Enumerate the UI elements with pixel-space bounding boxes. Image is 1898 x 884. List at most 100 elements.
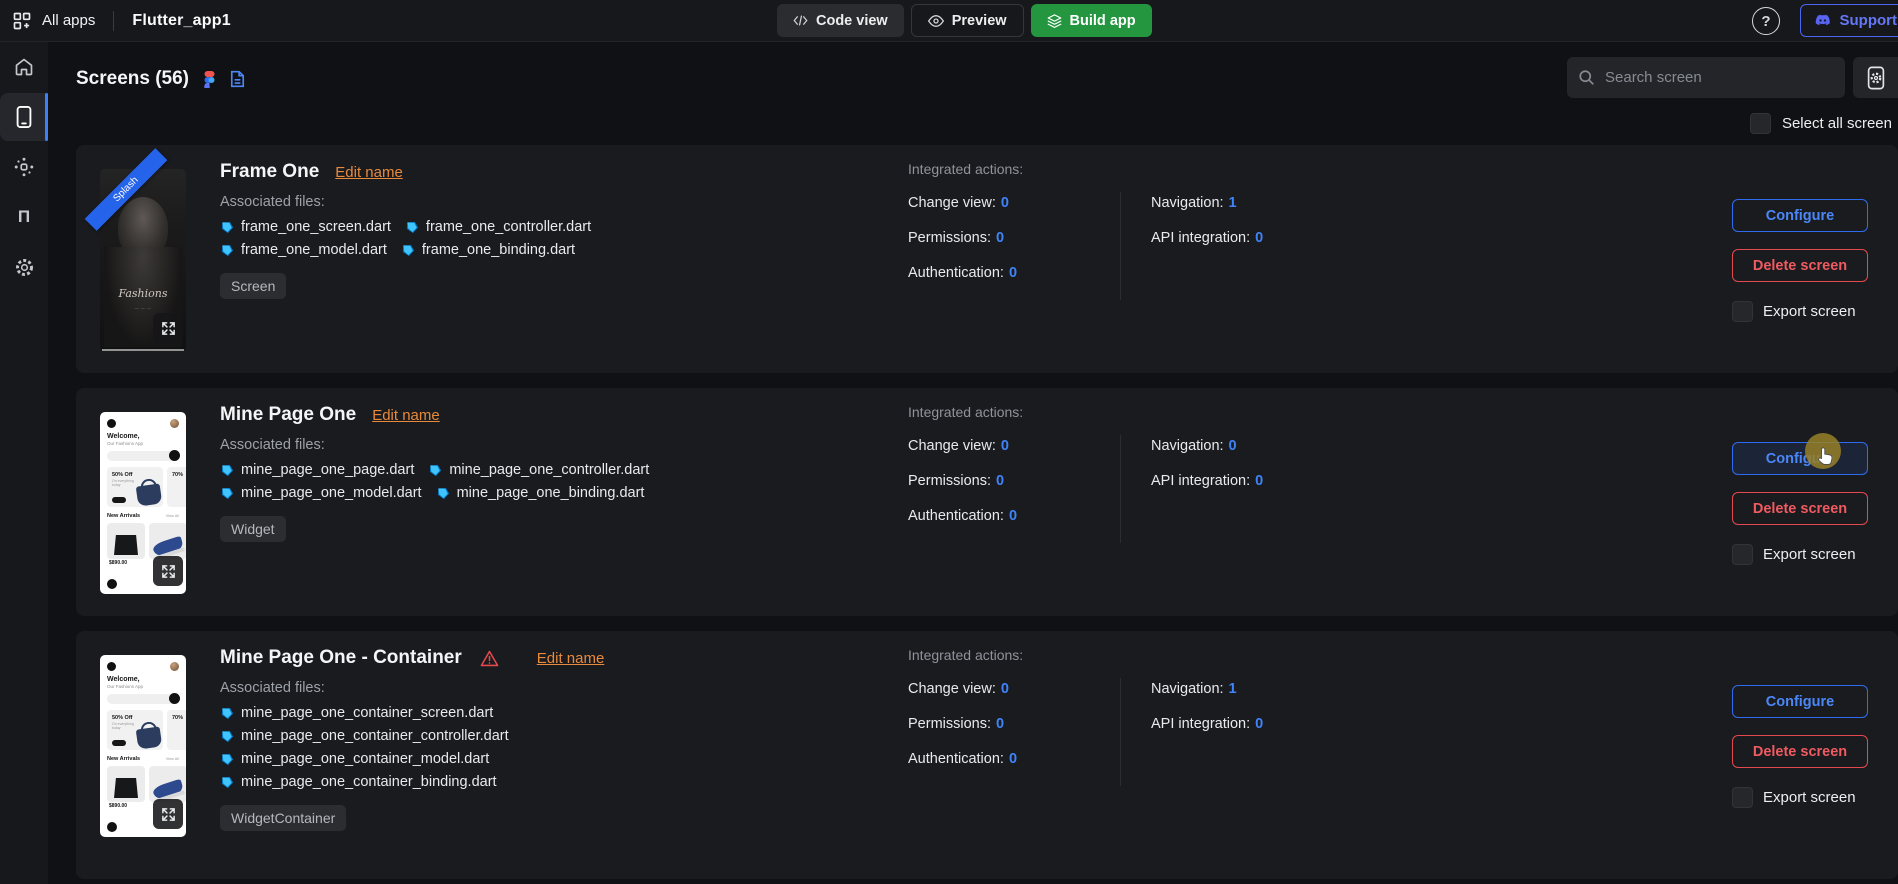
screen-card-mine-page-one: Welcome, Our Fashions App 50% Off On eve… bbox=[76, 388, 1898, 616]
screen-type-badge: WidgetContainer bbox=[220, 805, 346, 831]
screen-thumbnail[interactable]: Welcome, Our Fashions App 50% Off On eve… bbox=[100, 412, 186, 594]
file-name: mine_page_one_model.dart bbox=[241, 485, 422, 501]
configure-button[interactable]: Configure bbox=[1732, 442, 1868, 475]
expand-thumbnail-button[interactable] bbox=[153, 799, 183, 829]
authentication-count: Authentication:0 bbox=[908, 505, 1120, 527]
authentication-count: Authentication:0 bbox=[908, 262, 1120, 284]
all-apps-grid-icon bbox=[12, 11, 32, 31]
export-screen[interactable]: Export screen bbox=[1732, 544, 1868, 565]
thumbnail-avatar bbox=[170, 662, 179, 671]
file-name: mine_page_one_container_model.dart bbox=[241, 751, 489, 767]
file-name: mine_page_one_page.dart bbox=[241, 462, 414, 478]
promo-cta bbox=[112, 740, 126, 746]
promo-subtitle: On everything today bbox=[107, 721, 140, 730]
search-icon bbox=[1579, 70, 1594, 85]
code-view-button[interactable]: Code view bbox=[777, 4, 904, 37]
app-name: Flutter_app1 bbox=[132, 12, 230, 30]
preview-label: Preview bbox=[952, 13, 1007, 29]
screen-card-frame-one: Fashions — — — Splash Frame One Edit nam… bbox=[76, 145, 1898, 373]
topbar-actions: Code view Preview Build app bbox=[777, 4, 1152, 37]
file-name: mine_page_one_container_screen.dart bbox=[241, 705, 493, 721]
page-title: Screens (56) bbox=[76, 68, 189, 90]
thumbnail-brand-text: Fashions bbox=[100, 287, 186, 300]
export-screen-label: Export screen bbox=[1763, 789, 1856, 806]
thumbnail-section-title: New Arrivals bbox=[107, 756, 140, 762]
file-item: mine_page_one_container_binding.dart bbox=[220, 774, 497, 790]
expand-thumbnail-button[interactable] bbox=[153, 556, 183, 586]
delete-screen-button[interactable]: Delete screen bbox=[1732, 492, 1868, 525]
warning-icon[interactable] bbox=[480, 650, 499, 667]
layers-icon bbox=[1047, 13, 1062, 28]
edit-name-link[interactable]: Edit name bbox=[537, 650, 605, 667]
build-app-button[interactable]: Build app bbox=[1031, 4, 1152, 37]
export-screen-checkbox[interactable] bbox=[1732, 544, 1753, 565]
screen-settings-button[interactable] bbox=[1853, 57, 1898, 98]
typography-icon: Π bbox=[18, 207, 30, 227]
file-name: frame_one_controller.dart bbox=[426, 219, 591, 235]
figma-icon[interactable] bbox=[203, 71, 216, 88]
screen-card-mine-page-one-container: Welcome, Our Fashions App 50% Off On eve… bbox=[76, 631, 1898, 879]
sidebar-item-screens[interactable] bbox=[0, 93, 48, 141]
topbar-divider bbox=[113, 11, 114, 31]
screens-icon bbox=[16, 106, 32, 128]
file-name: mine_page_one_container_controller.dart bbox=[241, 728, 509, 744]
help-button[interactable]: ? bbox=[1752, 7, 1780, 35]
all-apps-button[interactable]: All apps bbox=[0, 11, 95, 31]
sidebar-item-settings[interactable] bbox=[0, 243, 48, 291]
search-screen-input[interactable] bbox=[1603, 68, 1833, 87]
permissions-count: Permissions:0 bbox=[908, 470, 1120, 492]
screen-thumbnail[interactable]: Fashions — — — Splash bbox=[100, 169, 186, 351]
sidebar-item-integration[interactable] bbox=[0, 143, 48, 191]
expand-thumbnail-button[interactable] bbox=[153, 313, 183, 343]
dart-icon bbox=[401, 243, 416, 258]
file-item: mine_page_one_page.dart bbox=[220, 462, 414, 478]
settings-icon bbox=[14, 257, 35, 278]
file-item: frame_one_binding.dart bbox=[401, 242, 575, 258]
card-buttons: Configure Delete screen Export screen bbox=[1732, 442, 1868, 565]
expand-icon bbox=[161, 807, 176, 822]
delete-screen-button[interactable]: Delete screen bbox=[1732, 249, 1868, 282]
change-view-count: Change view:0 bbox=[908, 435, 1120, 457]
file-item: mine_page_one_model.dart bbox=[220, 485, 422, 501]
integrated-actions: Integrated actions: Change view:0 Permis… bbox=[908, 161, 1371, 300]
file-item: mine_page_one_container_screen.dart bbox=[220, 705, 493, 721]
screen-thumbnail[interactable]: Welcome, Our Fashions App 50% Off On eve… bbox=[100, 655, 186, 837]
configure-button[interactable]: Configure bbox=[1732, 685, 1868, 718]
configure-button[interactable]: Configure bbox=[1732, 199, 1868, 232]
export-screen-checkbox[interactable] bbox=[1732, 787, 1753, 808]
thumbnail-welcome-text: Welcome, bbox=[100, 428, 186, 440]
integrated-actions: Integrated actions: Change view:0 Permis… bbox=[908, 647, 1371, 786]
select-all-checkbox[interactable] bbox=[1750, 113, 1771, 134]
support-button[interactable]: Support bbox=[1800, 4, 1898, 37]
integrated-actions-label: Integrated actions: bbox=[908, 161, 1371, 177]
file-item: mine_page_one_binding.dart bbox=[436, 485, 645, 501]
all-apps-label: All apps bbox=[42, 12, 95, 29]
select-all-screens[interactable]: Select all screen bbox=[1750, 113, 1892, 134]
export-screen-checkbox[interactable] bbox=[1732, 301, 1753, 322]
thumbnail-menu-dot bbox=[107, 419, 116, 428]
dart-icon bbox=[220, 729, 235, 744]
integration-icon bbox=[13, 156, 35, 178]
preview-button[interactable]: Preview bbox=[911, 4, 1024, 37]
file-name: mine_page_one_container_binding.dart bbox=[241, 774, 497, 790]
thumbnail-product-tote bbox=[107, 766, 145, 802]
associated-files-label: Associated files: bbox=[220, 194, 860, 210]
code-icon bbox=[793, 14, 808, 27]
file-name: frame_one_binding.dart bbox=[422, 242, 575, 258]
export-screen[interactable]: Export screen bbox=[1732, 301, 1868, 322]
dart-icon bbox=[220, 220, 235, 235]
dart-icon bbox=[220, 486, 235, 501]
export-screen-label: Export screen bbox=[1763, 303, 1856, 320]
promo-subtitle: On everything today bbox=[107, 478, 140, 487]
document-icon[interactable] bbox=[230, 70, 245, 88]
edit-name-link[interactable]: Edit name bbox=[372, 407, 440, 424]
thumbnail-subtitle-text: Our Fashions App bbox=[100, 440, 186, 446]
edit-name-link[interactable]: Edit name bbox=[335, 164, 403, 181]
sidebar-item-home[interactable] bbox=[0, 43, 48, 91]
dart-icon bbox=[220, 775, 235, 790]
file-item: mine_page_one_container_controller.dart bbox=[220, 728, 509, 744]
sidebar-item-typography[interactable]: Π bbox=[0, 193, 48, 241]
export-screen[interactable]: Export screen bbox=[1732, 787, 1868, 808]
select-all-label: Select all screen bbox=[1782, 115, 1892, 132]
delete-screen-button[interactable]: Delete screen bbox=[1732, 735, 1868, 768]
